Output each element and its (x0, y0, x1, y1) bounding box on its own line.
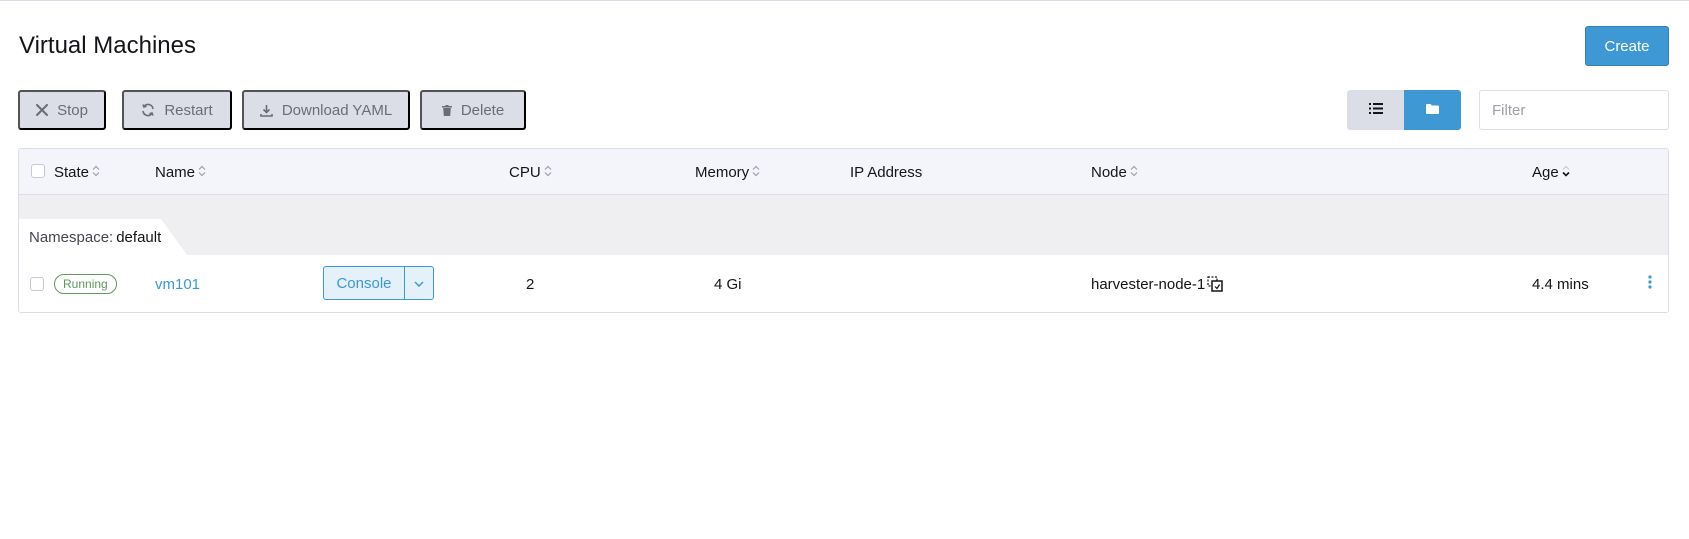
console-button-group: Console (323, 266, 434, 300)
filter-input[interactable] (1479, 90, 1669, 130)
column-age-label: Age (1532, 163, 1559, 181)
column-cpu[interactable]: CPU (509, 149, 552, 195)
vm-name-link[interactable]: vm101 (155, 276, 200, 293)
column-node[interactable]: Node (1091, 149, 1138, 195)
download-icon (260, 104, 273, 117)
restart-label: Restart (164, 101, 213, 119)
sort-desc-icon (1562, 164, 1570, 181)
console-dropdown-button[interactable] (405, 267, 433, 299)
sort-icon (752, 164, 760, 181)
console-button[interactable]: Console (324, 267, 405, 299)
column-ip-address: IP Address (850, 149, 922, 195)
sort-icon (92, 164, 100, 181)
sort-icon (198, 164, 206, 181)
row-actions-button[interactable] (1640, 273, 1660, 295)
node-cell: harvester-node-1 (1091, 255, 1223, 312)
folder-icon (1426, 101, 1439, 119)
column-age[interactable]: Age (1532, 149, 1570, 195)
name-cell: vm101 (155, 255, 200, 312)
column-memory-label: Memory (695, 163, 750, 181)
namespace-group-tab: Namespace: default (19, 219, 188, 255)
list-view-button[interactable] (1347, 90, 1404, 130)
column-ip-address-label: IP Address (850, 163, 923, 181)
age-cell: 4.4 mins (1532, 275, 1589, 293)
download-yaml-button[interactable]: Download YAML (242, 90, 410, 130)
list-icon (1368, 101, 1383, 119)
delete-button[interactable]: Delete (420, 90, 526, 130)
column-name[interactable]: Name (155, 149, 206, 195)
stop-button[interactable]: Stop (18, 90, 106, 130)
group-view-button[interactable] (1404, 90, 1461, 130)
download-yaml-label: Download YAML (281, 101, 393, 119)
column-cpu-label: CPU (509, 163, 541, 181)
row-checkbox[interactable] (30, 277, 44, 291)
vm-table: State Name CPU Memory IP Address Node Ag… (18, 148, 1669, 313)
table-row: Running vm101 Console 2 4 Gi harvester-n… (19, 255, 1668, 312)
memory-cell: 4 Gi (714, 275, 742, 293)
chevron-down-icon (414, 274, 424, 292)
trash-icon (441, 104, 452, 116)
delete-label: Delete (460, 101, 505, 119)
namespace-value: default (116, 228, 162, 246)
sort-icon (544, 164, 552, 181)
table-header: State Name CPU Memory IP Address Node Ag… (19, 149, 1668, 195)
column-state-label: State (54, 163, 90, 181)
sort-icon (1130, 164, 1138, 181)
refresh-icon (141, 103, 155, 117)
close-icon (36, 104, 49, 116)
copy-icon[interactable] (1207, 276, 1223, 292)
stop-label: Stop (57, 101, 88, 119)
state-cell: Running (54, 255, 117, 312)
group-header (19, 195, 1668, 255)
column-name-label: Name (155, 163, 196, 181)
column-state[interactable]: State (54, 149, 100, 195)
select-all-checkbox[interactable] (31, 164, 45, 178)
view-toggle (1347, 90, 1461, 130)
column-memory[interactable]: Memory (695, 149, 760, 195)
kebab-icon (1648, 274, 1652, 294)
restart-button[interactable]: Restart (122, 90, 232, 130)
create-button[interactable]: Create (1585, 26, 1669, 66)
node-name: harvester-node-1 (1091, 275, 1206, 293)
page-title: Virtual Machines (19, 32, 196, 59)
cpu-cell: 2 (526, 275, 535, 293)
top-border (0, 0, 1689, 2)
column-node-label: Node (1091, 163, 1127, 181)
namespace-label: Namespace: (29, 228, 114, 246)
status-badge: Running (54, 274, 117, 294)
